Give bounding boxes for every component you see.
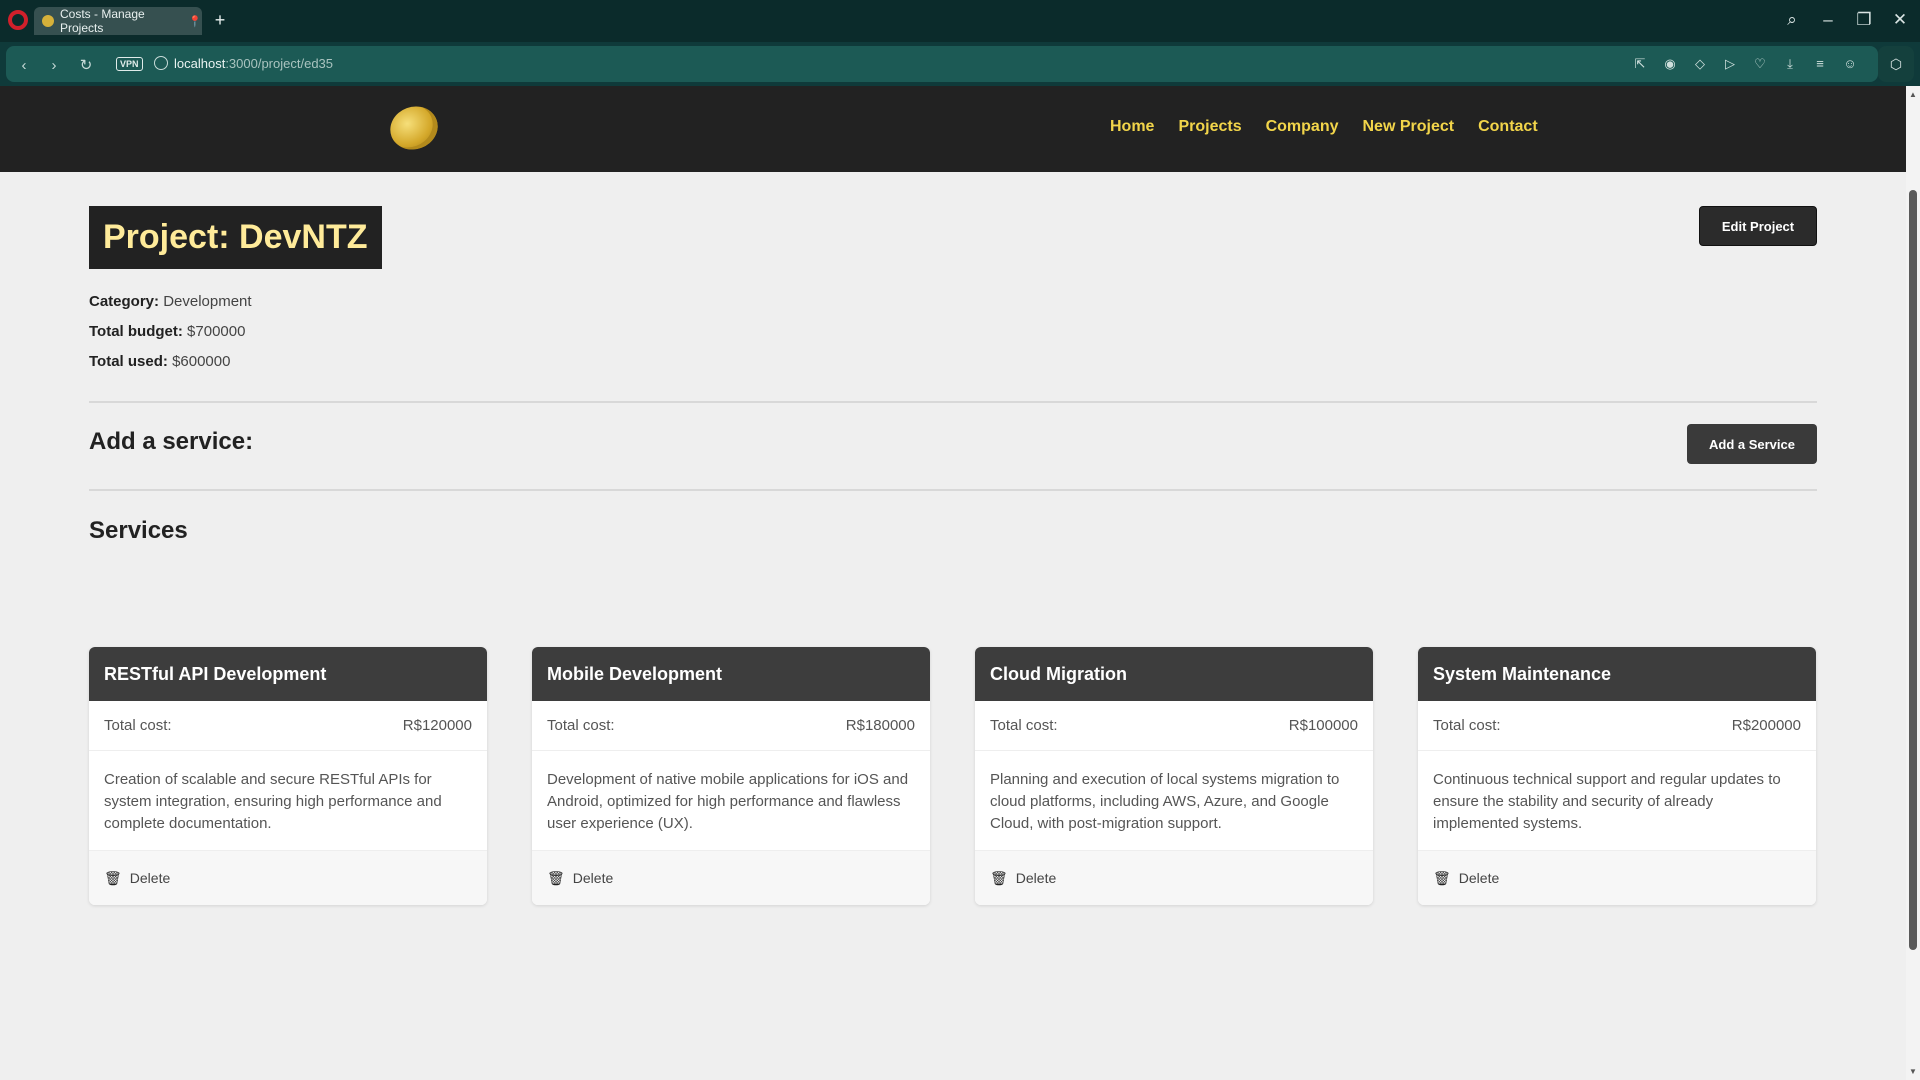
services-list: RESTful API Development Total cost: R$120…	[89, 647, 1817, 905]
vpn-badge[interactable]: VPN	[116, 57, 143, 71]
delete-label: Delete	[129, 870, 171, 886]
trash-icon: 🗑	[990, 869, 1008, 886]
service-name: System Maintenance	[1418, 647, 1816, 701]
budget-row: Total budget: $700000	[89, 317, 1817, 347]
cost-value: R$120000	[402, 717, 472, 734]
scroll-down-icon[interactable]: ▼	[1908, 1067, 1918, 1076]
nav-projects[interactable]: Projects	[1178, 118, 1241, 136]
project-title-box: Project: DevNTZ	[89, 206, 382, 269]
service-name: Cloud Migration	[975, 647, 1373, 701]
opera-logo-icon[interactable]	[8, 10, 28, 30]
service-card: Mobile Development Total cost: R$180000 D…	[532, 647, 930, 905]
address-bar-area: ‹ › ↻ VPN localhost:3000/project/ed35 ⇱ …	[0, 42, 1920, 86]
cost-label: Total cost:	[104, 717, 172, 734]
service-card: RESTful API Development Total cost: R$120…	[89, 647, 487, 905]
project-info: Category: Development Total budget: $700…	[89, 287, 1817, 377]
project-title: Project: DevNTZ	[103, 218, 368, 256]
nav-company[interactable]: Company	[1266, 118, 1339, 136]
coin-logo[interactable]	[384, 99, 444, 157]
page-viewport: Home Projects Company New Project Contac…	[0, 86, 1906, 1080]
service-name: Mobile Development	[532, 647, 930, 701]
service-cost-row: Total cost: R$120000	[89, 701, 487, 751]
tab-favicon-icon	[42, 15, 54, 27]
service-cost-row: Total cost: R$180000	[532, 701, 930, 751]
cost-label: Total cost:	[547, 717, 615, 734]
close-icon[interactable]: ✕	[1888, 8, 1912, 32]
add-service-row: Add a service: Add a Service	[89, 403, 1817, 489]
used-label: Total used:	[89, 353, 168, 370]
trash-icon: 🗑	[104, 869, 122, 886]
category-row: Category: Development	[89, 287, 1817, 317]
delete-button[interactable]: 🗑 Delete	[975, 851, 1373, 905]
nav-contact[interactable]: Contact	[1478, 118, 1538, 136]
profile-icon[interactable]: ☺	[1841, 55, 1859, 73]
service-description: Creation of scalable and secure RESTful …	[89, 751, 487, 851]
cost-value: R$100000	[1288, 717, 1358, 734]
budget-value: $700000	[187, 323, 246, 340]
reload-icon[interactable]: ↻	[76, 56, 96, 76]
download-icon[interactable]: ⤓	[1781, 55, 1799, 73]
url-host: localhost	[174, 56, 226, 71]
service-card: System Maintenance Total cost: R$200000 C…	[1418, 647, 1816, 905]
service-cost-row: Total cost: R$100000	[975, 701, 1373, 751]
site-navbar: Home Projects Company New Project Contac…	[0, 86, 1906, 172]
trash-icon: 🗑	[1433, 869, 1451, 886]
extensions-icon[interactable]: ⬡	[1878, 46, 1914, 82]
forward-icon[interactable]: ›	[44, 56, 64, 76]
services-heading: Services	[89, 517, 188, 544]
shield-icon[interactable]: ◇	[1691, 55, 1709, 73]
service-description: Planning and execution of local systems …	[975, 751, 1373, 851]
url-path: :3000/project/ed35	[225, 56, 334, 71]
nav-links: Home Projects Company New Project Contac…	[1110, 118, 1538, 136]
nav-new-project[interactable]: New Project	[1363, 118, 1455, 136]
site-info-icon[interactable]	[154, 56, 168, 70]
address-bar: ‹ › ↻ VPN localhost:3000/project/ed35 ⇱ …	[6, 46, 1878, 82]
delete-button[interactable]: 🗑 Delete	[89, 851, 487, 905]
delete-label: Delete	[1015, 870, 1057, 886]
heart-icon[interactable]: ♡	[1751, 55, 1769, 73]
minimize-icon[interactable]: –	[1816, 8, 1840, 32]
service-card: Cloud Migration Total cost: R$100000 Plan…	[975, 647, 1373, 905]
tab-pin-icon: 📍	[188, 15, 202, 28]
delete-label: Delete	[1458, 870, 1500, 886]
service-name: RESTful API Development	[89, 647, 487, 701]
player-icon[interactable]: ▷	[1721, 55, 1739, 73]
share-icon[interactable]: ⇱	[1631, 55, 1649, 73]
category-label: Category:	[89, 293, 160, 310]
new-tab-button[interactable]: +	[210, 10, 230, 30]
tab-title: Costs - Manage Projects	[60, 7, 145, 35]
scroll-thumb[interactable]	[1909, 190, 1917, 950]
cost-value: R$180000	[845, 717, 915, 734]
delete-label: Delete	[572, 870, 614, 886]
service-description: Continuous technical support and regular…	[1418, 751, 1816, 851]
back-icon[interactable]: ‹	[14, 56, 34, 76]
budget-label: Total budget:	[89, 323, 183, 340]
snapshot-icon[interactable]: ◉	[1661, 55, 1679, 73]
menu-icon[interactable]: ≡	[1811, 55, 1829, 73]
edit-project-button[interactable]: Edit Project	[1699, 206, 1817, 246]
restore-icon[interactable]: ❐	[1852, 8, 1876, 32]
page-scrollbar[interactable]: ▲ ▼	[1906, 86, 1920, 1080]
divider	[89, 489, 1817, 491]
trash-icon: 🗑	[547, 869, 565, 886]
used-value: $600000	[172, 353, 231, 370]
category-value: Development	[163, 293, 252, 310]
delete-button[interactable]: 🗑 Delete	[532, 851, 930, 905]
browser-tab[interactable]: Costs - Manage Projects 📍	[34, 7, 202, 35]
add-service-button[interactable]: Add a Service	[1687, 424, 1817, 464]
url-field[interactable]: localhost:3000/project/ed35	[174, 56, 333, 71]
service-description: Development of native mobile application…	[532, 751, 930, 851]
search-tabs-icon[interactable]: ⌕	[1780, 8, 1804, 32]
delete-button[interactable]: 🗑 Delete	[1418, 851, 1816, 905]
cost-label: Total cost:	[990, 717, 1058, 734]
browser-tab-bar: Costs - Manage Projects 📍 + ⌕ – ❐ ✕	[0, 0, 1920, 42]
cost-value: R$200000	[1731, 717, 1801, 734]
project-container: Project: DevNTZ Edit Project Category: D…	[89, 206, 1817, 905]
service-cost-row: Total cost: R$200000	[1418, 701, 1816, 751]
nav-home[interactable]: Home	[1110, 118, 1154, 136]
add-service-heading: Add a service:	[89, 428, 254, 455]
used-row: Total used: $600000	[89, 347, 1817, 377]
cost-label: Total cost:	[1433, 717, 1501, 734]
scroll-up-icon[interactable]: ▲	[1908, 90, 1918, 99]
